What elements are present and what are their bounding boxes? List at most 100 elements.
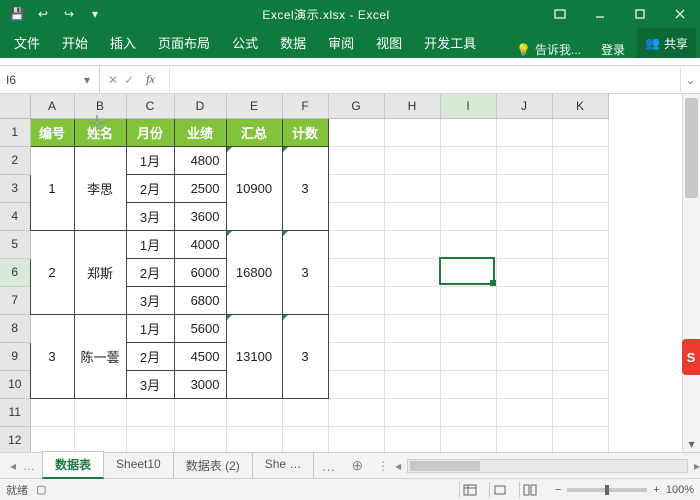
- name-box-dropdown[interactable]: ▾: [78, 73, 96, 87]
- sheet-nav-prev[interactable]: ◂: [6, 459, 20, 473]
- cell-H8[interactable]: [384, 314, 440, 342]
- cell-H9[interactable]: [384, 342, 440, 370]
- cell-E5[interactable]: 16800: [226, 230, 282, 314]
- cell-J11[interactable]: [496, 398, 552, 426]
- cell-B5[interactable]: 郑斯: [74, 230, 126, 314]
- cell-F5[interactable]: 3: [282, 230, 328, 314]
- row-header-3[interactable]: 3: [0, 174, 30, 202]
- cell-I8[interactable]: [440, 314, 496, 342]
- formula-bar-input[interactable]: [170, 66, 680, 93]
- qat-save-button[interactable]: 💾: [6, 3, 28, 25]
- cell-K9[interactable]: [552, 342, 608, 370]
- cell-H3[interactable]: [384, 174, 440, 202]
- cell-E2[interactable]: 10900: [226, 146, 282, 230]
- cell-K1[interactable]: [552, 118, 608, 146]
- signin-button[interactable]: 登录: [591, 41, 635, 58]
- cell-G8[interactable]: [328, 314, 384, 342]
- formula-enter-button[interactable]: ✓: [124, 73, 134, 87]
- cell-I10[interactable]: [440, 370, 496, 398]
- cell-K4[interactable]: [552, 202, 608, 230]
- cell-C1[interactable]: 月份: [126, 118, 174, 146]
- cell-I7[interactable]: [440, 286, 496, 314]
- cell-D8[interactable]: 5600: [174, 314, 226, 342]
- cell-K7[interactable]: [552, 286, 608, 314]
- vertical-scrollbar[interactable]: ▴ ▾: [682, 94, 700, 452]
- normal-view-button[interactable]: [459, 482, 481, 498]
- cell-H11[interactable]: [384, 398, 440, 426]
- cell-A8[interactable]: 3: [30, 314, 74, 398]
- cell-J1[interactable]: [496, 118, 552, 146]
- cell-I11[interactable]: [440, 398, 496, 426]
- zoom-slider[interactable]: [567, 488, 647, 492]
- cell-I2[interactable]: [440, 146, 496, 174]
- qat-redo-button[interactable]: ↪: [58, 3, 80, 25]
- cell-F1[interactable]: 计数: [282, 118, 328, 146]
- column-header-F[interactable]: F: [282, 94, 328, 118]
- cell-D10[interactable]: 3000: [174, 370, 226, 398]
- sheet-tab-0[interactable]: 数据表: [42, 451, 104, 479]
- row-header-7[interactable]: 7: [0, 286, 30, 314]
- cell-D5[interactable]: 4000: [174, 230, 226, 258]
- cell-E12[interactable]: [226, 426, 282, 452]
- macro-record-button[interactable]: ▢: [36, 483, 46, 496]
- cell-K11[interactable]: [552, 398, 608, 426]
- cell-H1[interactable]: [384, 118, 440, 146]
- cell-C8[interactable]: 1月: [126, 314, 174, 342]
- cell-D3[interactable]: 2500: [174, 174, 226, 202]
- cell-E8[interactable]: 13100: [226, 314, 282, 398]
- cell-B8[interactable]: 陈一蕓: [74, 314, 126, 398]
- cell-D9[interactable]: 4500: [174, 342, 226, 370]
- hscroll-left-button[interactable]: ◂: [395, 459, 401, 473]
- cell-G11[interactable]: [328, 398, 384, 426]
- cell-A11[interactable]: [30, 398, 74, 426]
- row-header-12[interactable]: 12: [0, 426, 30, 452]
- tell-me-search[interactable]: 💡 告诉我...: [508, 41, 589, 58]
- cell-A5[interactable]: 2: [30, 230, 74, 314]
- row-header-11[interactable]: 11: [0, 398, 30, 426]
- cell-J8[interactable]: [496, 314, 552, 342]
- cell-G10[interactable]: [328, 370, 384, 398]
- cell-A12[interactable]: [30, 426, 74, 452]
- ribbon-tab-2[interactable]: 插入: [100, 27, 146, 58]
- cell-D7[interactable]: 6800: [174, 286, 226, 314]
- formula-cancel-button[interactable]: ✕: [108, 73, 118, 87]
- cell-G1[interactable]: [328, 118, 384, 146]
- ribbon-tab-0[interactable]: 文件: [4, 27, 50, 58]
- ribbon-tab-6[interactable]: 审阅: [318, 27, 364, 58]
- cell-K10[interactable]: [552, 370, 608, 398]
- cell-B11[interactable]: [74, 398, 126, 426]
- row-header-1[interactable]: 1: [0, 118, 30, 146]
- window-maximize-button[interactable]: [620, 0, 660, 28]
- cell-I5[interactable]: [440, 230, 496, 258]
- cell-I6[interactable]: [440, 258, 496, 286]
- cell-G5[interactable]: [328, 230, 384, 258]
- window-minimize-button[interactable]: [580, 0, 620, 28]
- row-header-10[interactable]: 10: [0, 370, 30, 398]
- cell-G6[interactable]: [328, 258, 384, 286]
- row-header-6[interactable]: 6: [0, 258, 30, 286]
- cell-D11[interactable]: [174, 398, 226, 426]
- name-box-input[interactable]: [0, 73, 78, 87]
- column-header-G[interactable]: G: [328, 94, 384, 118]
- cell-K5[interactable]: [552, 230, 608, 258]
- column-header-B[interactable]: B: [74, 94, 126, 118]
- cell-C2[interactable]: 1月: [126, 146, 174, 174]
- cell-A1[interactable]: 编号: [30, 118, 74, 146]
- cell-C3[interactable]: 2月: [126, 174, 174, 202]
- cell-H4[interactable]: [384, 202, 440, 230]
- zoom-level-button[interactable]: 100%: [666, 484, 694, 496]
- sheet-tab-more[interactable]: …: [313, 458, 343, 474]
- cell-C10[interactable]: 3月: [126, 370, 174, 398]
- cell-E1[interactable]: 汇总: [226, 118, 282, 146]
- cell-I9[interactable]: [440, 342, 496, 370]
- ribbon-tab-8[interactable]: 开发工具: [414, 27, 486, 58]
- qat-customize-button[interactable]: ▾: [84, 3, 106, 25]
- cell-J12[interactable]: [496, 426, 552, 452]
- formula-expand-button[interactable]: ⌄: [680, 66, 700, 93]
- cell-C4[interactable]: 3月: [126, 202, 174, 230]
- cell-H7[interactable]: [384, 286, 440, 314]
- column-header-A[interactable]: A: [30, 94, 74, 118]
- sheet-tab-2[interactable]: 数据表 (2): [173, 452, 253, 480]
- new-sheet-button[interactable]: ⊕: [343, 457, 371, 474]
- window-close-button[interactable]: [660, 0, 700, 28]
